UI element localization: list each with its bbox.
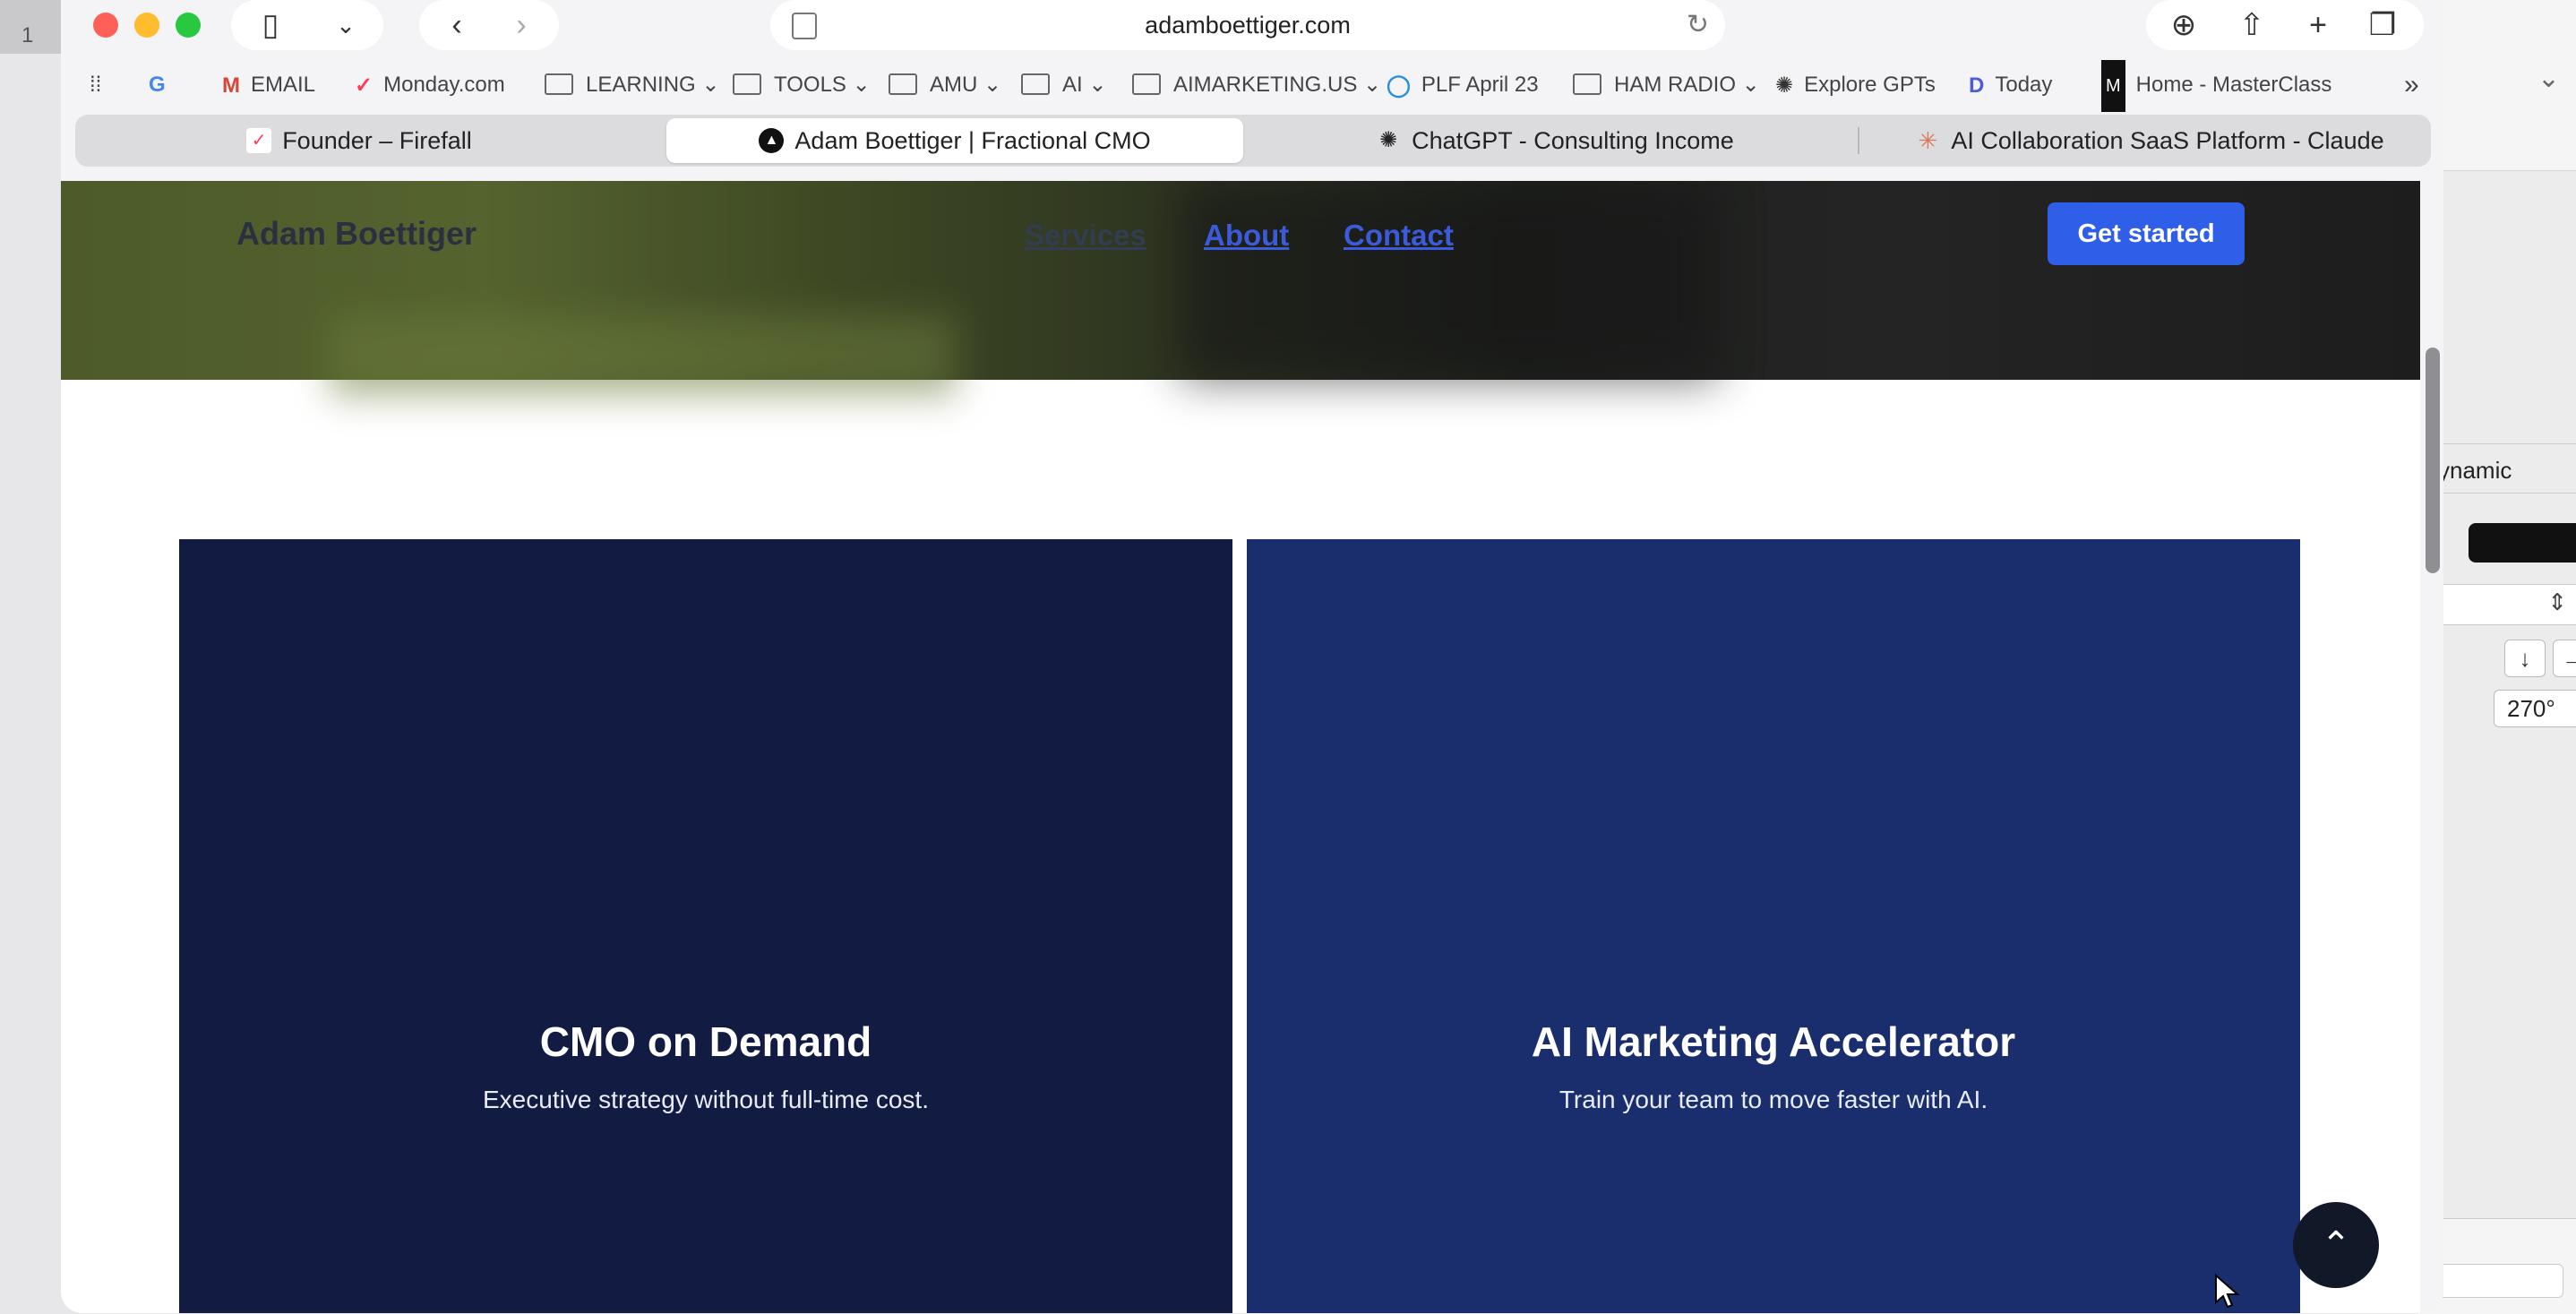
tab-founder-firefall[interactable]: ✓ Founder – Firefall — [79, 118, 640, 163]
bookmark-tools[interactable]: TOOLS ⌄ — [733, 59, 871, 111]
chevron-down-icon[interactable]: ⌄ — [2537, 63, 2560, 94]
card-subtitle: Train your team to move faster with AI. — [1558, 1086, 1988, 1113]
tab-overview-icon[interactable]: ❐ — [2357, 0, 2408, 50]
bookmark-aimarketing[interactable]: AIMARKETING.US ⌄ — [1132, 59, 1381, 111]
new-tab-icon[interactable]: + — [2293, 0, 2343, 50]
folder-icon — [545, 73, 573, 95]
browser-toolbar: ▯ ⌄ ‹ › adamboettiger.com ↻ ⊕ ⇧ + ❐ — [61, 0, 2443, 56]
service-card-ai-accelerator[interactable]: AI Marketing Accelerator Train your team… — [1247, 539, 2300, 1313]
folder-icon — [1132, 73, 1161, 95]
bookmark-masterclass[interactable]: M Home - MasterClass — [2101, 59, 2331, 112]
scroll-to-top-button[interactable]: ⌃ — [2293, 1202, 2379, 1288]
bookmark-monday[interactable]: ✓ Monday.com — [355, 59, 505, 111]
angle-field[interactable]: 270° — [2494, 690, 2576, 727]
panel-field[interactable]: t — [2436, 1264, 2563, 1298]
hero-background — [330, 315, 957, 396]
tab-adam-boettiger[interactable]: ▲ Adam Boettiger | Fractional CMO — [666, 118, 1243, 163]
openai-icon: ✺ — [1775, 73, 1794, 98]
folder-icon — [1573, 73, 1601, 95]
mouse-cursor-icon — [2215, 1274, 2240, 1309]
web-page: Adam Boettiger Services About Contact Ge… — [61, 181, 2420, 1313]
hero-header: Adam Boettiger Services About Contact Ge… — [61, 181, 2420, 396]
close-window-button[interactable] — [93, 13, 118, 38]
nav-services[interactable]: Services — [1025, 219, 1146, 253]
forward-arrow-icon[interactable]: › — [494, 0, 548, 50]
folder-icon — [1021, 73, 1050, 95]
address-bar[interactable]: adamboettiger.com ↻ — [770, 0, 1725, 50]
card-title: AI Marketing Accelerator — [1531, 1018, 2016, 1065]
share-icon[interactable]: ⇧ — [2227, 0, 2277, 50]
scrollbar-thumb[interactable] — [2426, 348, 2440, 573]
monday-icon: ✓ — [355, 73, 374, 98]
nav-contact[interactable]: Contact — [1344, 219, 1454, 253]
stepper-icon: ⇕ — [2547, 588, 2567, 615]
site-brand[interactable]: Adam Boettiger — [236, 215, 477, 253]
bookmark-ham-radio[interactable]: HAM RADIO ⌄ — [1573, 59, 1760, 111]
chevron-down-icon[interactable]: ⌄ — [321, 0, 371, 50]
back-arrow-icon[interactable]: ‹ — [430, 0, 484, 50]
browser-window: ▯ ⌄ ‹ › adamboettiger.com ↻ ⊕ ⇧ + ❐ ⁞⁞ G… — [61, 0, 2443, 1313]
panel-label: ynamic — [2438, 457, 2512, 484]
toolbar-actions: ⊕ ⇧ + ❐ — [2146, 0, 2424, 50]
arrow-down-icon[interactable]: ↓ — [2504, 640, 2546, 677]
desktop-background: 1 — [0, 0, 63, 54]
apps-grid-icon[interactable]: ⁞⁞ — [90, 59, 101, 111]
gmail-icon: M — [222, 73, 240, 98]
color-swatch[interactable] — [2469, 523, 2576, 563]
card-title: CMO on Demand — [539, 1018, 872, 1065]
hero-background-shade — [1181, 181, 1718, 380]
sidebar-toggle-group: ▯ ⌄ — [231, 0, 383, 50]
chevron-up-icon: ⌃ — [2321, 1225, 2351, 1265]
tab-claude[interactable]: ✳ AI Collaboration SaaS Platform - Claude — [1872, 118, 2427, 163]
more-bookmarks-icon[interactable]: » — [2404, 59, 2419, 111]
bookmark-explore-gpts[interactable]: ✺ Explore GPTs — [1775, 59, 1936, 111]
bookmark-email[interactable]: M EMAIL — [222, 59, 315, 111]
openai-icon: ✺ — [1379, 127, 1398, 152]
tab-chatgpt[interactable]: ✺ ChatGPT - Consulting Income — [1268, 118, 1842, 163]
bookmark-today[interactable]: D Today — [1969, 59, 2052, 111]
bookmark-plf[interactable]: ◯ PLF April 23 — [1387, 59, 1539, 111]
circle-icon: ◯ — [1387, 73, 1411, 98]
desktop-space-number: 1 — [21, 23, 34, 47]
folder-icon — [889, 73, 917, 95]
folder-icon — [733, 73, 761, 95]
d-icon: D — [1969, 73, 1985, 98]
masterclass-icon: M — [2101, 59, 2125, 112]
address-url: adamboettiger.com — [1145, 12, 1351, 39]
card-subtitle: Executive strategy without full-time cos… — [483, 1086, 929, 1113]
bookmark-learning[interactable]: LEARNING ⌄ — [545, 59, 719, 111]
nav-about[interactable]: About — [1204, 219, 1289, 253]
google-icon[interactable]: G — [149, 59, 166, 111]
navigation-group: ‹ › — [419, 0, 559, 50]
bookmarks-bar: ⁞⁞ G M EMAIL ✓ Monday.com LEARNING ⌄ TOOLS… — [61, 59, 2443, 112]
fullscreen-window-button[interactable] — [176, 13, 201, 38]
monday-icon: ✓ — [246, 127, 272, 153]
tab-bar: ✓ Founder – Firefall ▲ Adam Boettiger | Fr… — [75, 115, 2431, 167]
bookmark-amu[interactable]: AMU ⌄ — [889, 59, 1001, 111]
service-card-cmo[interactable]: CMO on Demand Executive strategy without… — [179, 539, 1232, 1313]
claude-icon: ✳ — [1918, 126, 1938, 154]
minimize-window-button[interactable] — [134, 13, 159, 38]
tab-separator — [1858, 127, 1859, 154]
triangle-logo-icon: ▲ — [759, 127, 785, 153]
sidebar-icon[interactable]: ▯ — [245, 0, 296, 50]
download-icon[interactable]: ⊕ — [2159, 0, 2209, 50]
bookmark-ai[interactable]: AI ⌄ — [1021, 59, 1106, 111]
page-scrollbar[interactable] — [2422, 181, 2443, 1313]
arrow-right-icon[interactable]: → — [2553, 640, 2576, 677]
get-started-button[interactable]: Get started — [2048, 202, 2245, 265]
reload-icon[interactable]: ↻ — [1687, 0, 1709, 50]
